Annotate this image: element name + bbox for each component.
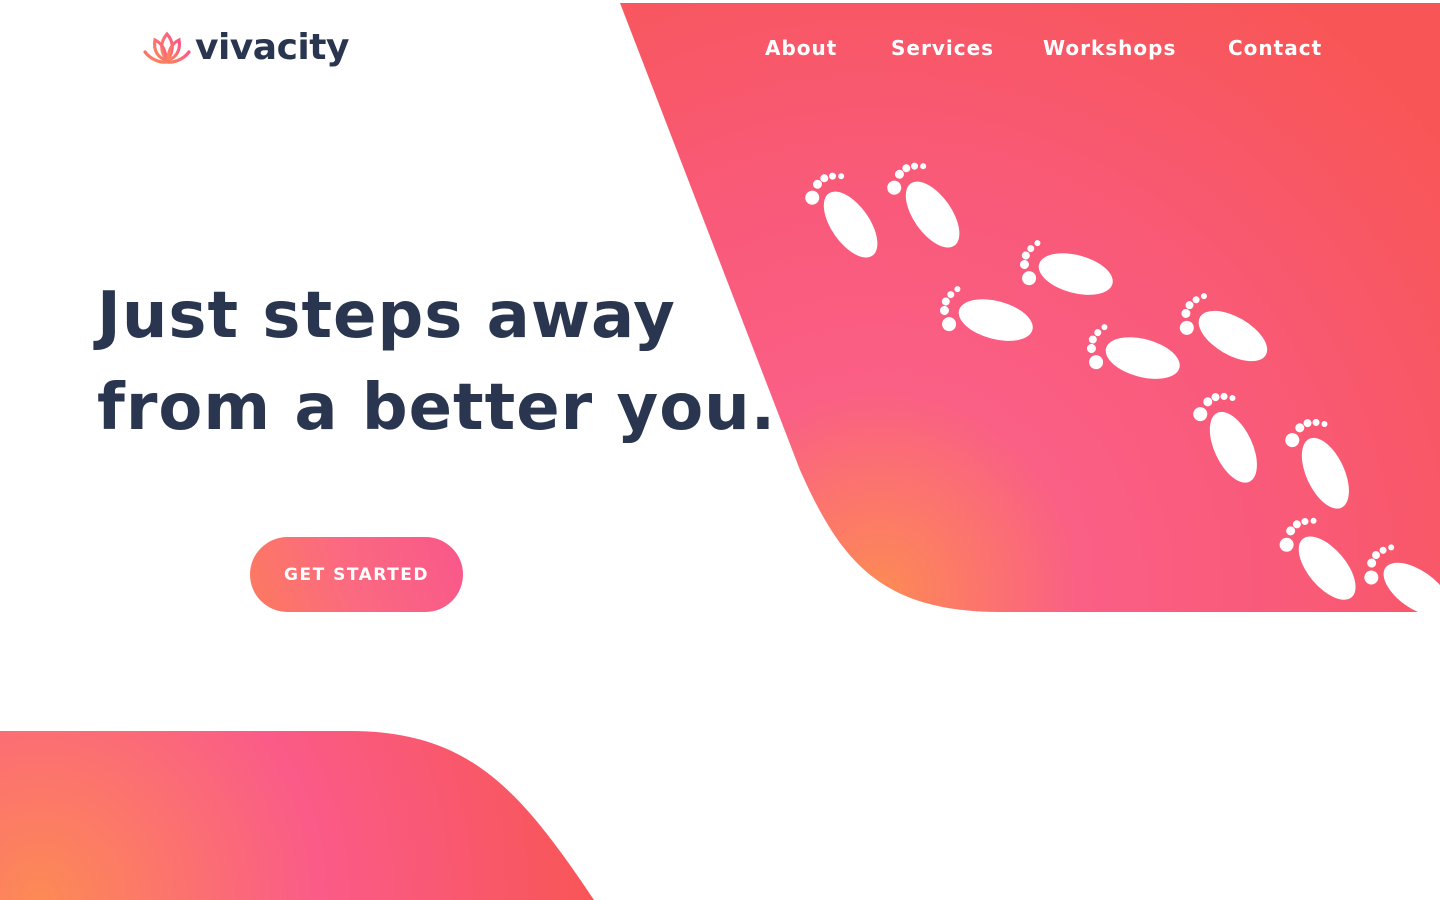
nav-link-about[interactable]: About — [765, 36, 837, 60]
hero-headline-line-2: from a better you. — [97, 371, 777, 445]
nav-link-contact[interactable]: Contact — [1228, 36, 1322, 60]
nav-link-workshops[interactable]: Workshops — [1043, 36, 1176, 60]
hero-gradient-panel — [620, 3, 1440, 612]
footer-gradient-shape — [0, 731, 594, 900]
nav-link-services[interactable]: Services — [891, 36, 994, 60]
get-started-button[interactable]: GET STARTED — [250, 537, 463, 612]
main-nav: About Services Workshops Contact — [0, 36, 1440, 66]
hero-headline-line-1: Just steps away — [97, 279, 676, 353]
hero-headline: Just steps away from a better you. — [97, 270, 777, 454]
